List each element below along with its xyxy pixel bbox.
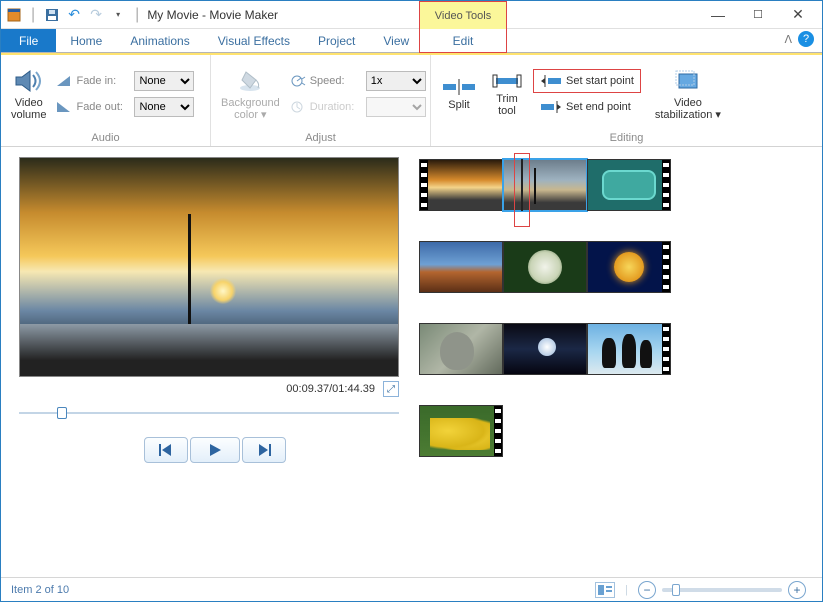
background-color-button[interactable]: Background color ▾ <box>217 65 284 123</box>
video-volume-button[interactable]: Video volume <box>7 65 50 123</box>
timeline-row <box>419 323 814 375</box>
app-icon[interactable] <box>5 6 23 24</box>
speed-select[interactable]: 1x <box>366 71 426 91</box>
speaker-icon <box>13 67 45 95</box>
close-button[interactable]: ✕ <box>784 5 812 25</box>
window-title: My Movie - Movie Maker <box>147 8 278 22</box>
group-adjust: Background color ▾ Speed: 1x Duration: A… <box>211 55 431 146</box>
contextual-tab-group-label: Video Tools <box>419 1 507 29</box>
tab-home[interactable]: Home <box>56 29 116 52</box>
tab-visual-effects[interactable]: Visual Effects <box>204 29 304 52</box>
duration-select <box>366 97 426 117</box>
preview-pane: 00:09.37/01:44.39 ⤢ <box>1 147 411 577</box>
group-editing-label: Editing <box>431 132 822 146</box>
speed-label: Speed: <box>310 75 362 87</box>
maximize-button[interactable]: ☐ <box>744 5 772 25</box>
clip[interactable] <box>419 323 503 375</box>
duration-label: Duration: <box>310 101 362 113</box>
quick-access-toolbar: | ↶ ↷ ▾ | <box>5 6 143 24</box>
tab-view[interactable]: View <box>369 29 423 52</box>
clip[interactable] <box>419 241 503 293</box>
paint-bucket-icon <box>234 67 266 95</box>
status-bar: Item 2 of 10 | − + <box>1 577 822 601</box>
clip[interactable] <box>587 323 671 375</box>
split-button[interactable]: Split <box>437 75 481 113</box>
duration-icon <box>290 100 306 114</box>
minimize-button[interactable]: — <box>704 5 732 25</box>
fade-in-select[interactable]: None <box>134 71 194 91</box>
split-icon <box>443 77 475 97</box>
group-audio-label: Audio <box>1 132 210 146</box>
timeline-pane[interactable] <box>411 147 822 577</box>
group-audio: Video volume Fade in: None Fade out: Non… <box>1 55 211 146</box>
set-start-icon <box>540 74 562 88</box>
redo-icon[interactable]: ↷ <box>87 6 105 24</box>
stabilization-icon <box>672 67 704 95</box>
tab-animations[interactable]: Animations <box>116 29 203 52</box>
playhead[interactable] <box>521 159 523 211</box>
clip-selected[interactable] <box>503 159 587 211</box>
preview-time: 00:09.37/01:44.39 <box>286 383 375 395</box>
video-stabilization-button[interactable]: Video stabilization ▾ <box>651 65 725 123</box>
fullscreen-icon[interactable]: ⤢ <box>383 381 399 397</box>
fade-in-icon <box>56 74 72 88</box>
clip[interactable] <box>503 323 587 375</box>
seek-thumb[interactable] <box>57 407 67 419</box>
clip[interactable] <box>503 241 587 293</box>
view-mode-button[interactable] <box>595 582 615 598</box>
play-button[interactable] <box>190 437 240 463</box>
undo-icon[interactable]: ↶ <box>65 6 83 24</box>
timeline-row <box>419 241 814 293</box>
save-icon[interactable] <box>43 6 61 24</box>
group-adjust-label: Adjust <box>211 132 430 146</box>
ribbon-tabs: File Home Animations Visual Effects Proj… <box>1 29 822 53</box>
next-frame-button[interactable] <box>242 437 286 463</box>
zoom-out-button[interactable]: − <box>638 581 656 599</box>
ribbon: Video volume Fade in: None Fade out: Non… <box>1 55 822 147</box>
tab-file[interactable]: File <box>1 29 56 52</box>
group-editing: Split Trim tool Set start point Set end … <box>431 55 822 146</box>
set-start-point-button[interactable]: Set start point <box>533 69 641 93</box>
status-item-count: Item 2 of 10 <box>11 584 69 596</box>
fade-in-label: Fade in: <box>76 75 130 87</box>
trim-icon <box>491 71 523 91</box>
set-end-point-button[interactable]: Set end point <box>533 95 641 119</box>
zoom-in-button[interactable]: + <box>788 581 806 599</box>
help-icon[interactable]: ? <box>798 31 814 47</box>
fade-out-select[interactable]: None <box>134 97 194 117</box>
clip[interactable] <box>587 241 671 293</box>
trim-tool-button[interactable]: Trim tool <box>485 69 529 119</box>
clip[interactable] <box>419 159 503 211</box>
preview-viewport[interactable] <box>19 157 399 377</box>
qat-dropdown-icon[interactable]: ▾ <box>109 6 127 24</box>
timeline-row <box>419 159 814 211</box>
collapse-ribbon-icon[interactable]: ᐱ <box>784 33 792 46</box>
set-end-icon <box>540 100 562 114</box>
timeline-row <box>419 405 814 457</box>
fade-out-label: Fade out: <box>76 101 130 113</box>
seek-bar[interactable] <box>19 405 399 421</box>
speed-icon <box>290 74 306 88</box>
clip[interactable] <box>587 159 671 211</box>
prev-frame-button[interactable] <box>144 437 188 463</box>
tab-project[interactable]: Project <box>304 29 369 52</box>
tab-edit[interactable]: Edit <box>419 29 507 53</box>
workspace: 00:09.37/01:44.39 ⤢ <box>1 147 822 577</box>
title-bar: | ↶ ↷ ▾ | My Movie - Movie Maker Video T… <box>1 1 822 29</box>
fade-out-icon <box>56 100 72 114</box>
zoom-slider[interactable] <box>662 588 782 592</box>
clip[interactable] <box>419 405 503 457</box>
